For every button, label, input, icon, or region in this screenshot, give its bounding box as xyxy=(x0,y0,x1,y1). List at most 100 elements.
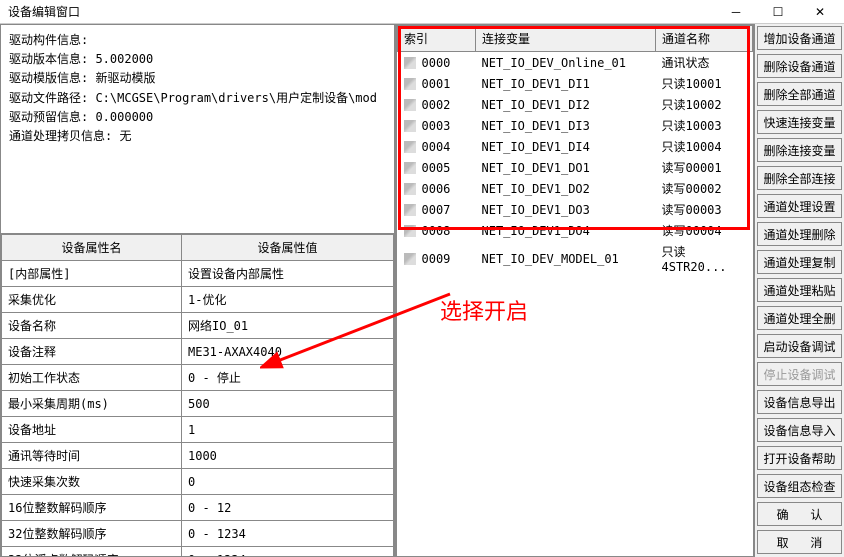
start-debug-button[interactable]: 启动设备调试 xyxy=(757,334,842,358)
channel-row-icon xyxy=(404,141,416,153)
channel-name: 只读10002 xyxy=(656,94,753,115)
property-table: 设备属性名 设备属性值 [内部属性]设置设备内部属性采集优化1-优化设备名称网络… xyxy=(1,234,394,557)
channel-name: 只读10004 xyxy=(656,136,753,157)
channel-name: 读写00002 xyxy=(656,178,753,199)
property-value[interactable]: 0 xyxy=(182,469,394,495)
property-name: 初始工作状态 xyxy=(2,365,182,391)
property-name: 通讯等待时间 xyxy=(2,443,182,469)
cancel-button[interactable]: 取 消 xyxy=(757,530,842,554)
channel-proc-set-button[interactable]: 通道处理设置 xyxy=(757,194,842,218)
quick-link-var-button[interactable]: 快速连接变量 xyxy=(757,110,842,134)
channel-var: NET_IO_DEV_MODEL_01 xyxy=(476,241,656,276)
del-all-channel-button[interactable]: 删除全部通道 xyxy=(757,82,842,106)
property-name: 32位整数解码顺序 xyxy=(2,521,182,547)
confirm-button[interactable]: 确 认 xyxy=(757,502,842,526)
channel-var: NET_IO_DEV1_DO2 xyxy=(476,178,656,199)
property-row[interactable]: 快速采集次数0 xyxy=(2,469,394,495)
channel-row[interactable]: 0008NET_IO_DEV1_DO4读写00004 xyxy=(398,220,753,241)
channel-var: NET_IO_DEV1_DI1 xyxy=(476,73,656,94)
import-info-button[interactable]: 设备信息导入 xyxy=(757,418,842,442)
channel-name: 只读10001 xyxy=(656,73,753,94)
channel-index: 0009 xyxy=(398,241,476,276)
property-value[interactable]: 设置设备内部属性 xyxy=(182,261,394,287)
maximize-button[interactable]: ☐ xyxy=(758,1,798,23)
channel-header-name[interactable]: 通道名称 xyxy=(656,26,753,52)
channel-index: 0001 xyxy=(398,73,476,94)
stop-debug-button[interactable]: 停止设备调试 xyxy=(757,362,842,386)
property-row[interactable]: 初始工作状态0 - 停止 xyxy=(2,365,394,391)
channel-row[interactable]: 0003NET_IO_DEV1_DI3只读10003 xyxy=(398,115,753,136)
property-value[interactable]: 0 - 1234 xyxy=(182,547,394,557)
del-all-link-button[interactable]: 删除全部连接 xyxy=(757,166,842,190)
channel-proc-copy-button[interactable]: 通道处理复制 xyxy=(757,250,842,274)
export-info-button[interactable]: 设备信息导出 xyxy=(757,390,842,414)
add-channel-button[interactable]: 增加设备通道 xyxy=(757,26,842,50)
channel-row[interactable]: 0004NET_IO_DEV1_DI4只读10004 xyxy=(398,136,753,157)
property-row[interactable]: 设备名称网络IO_01 xyxy=(2,313,394,339)
driver-info-text: 驱动构件信息: 驱动版本信息: 5.002000 驱动模版信息: 新驱动模版 驱… xyxy=(0,24,395,234)
property-name: 采集优化 xyxy=(2,287,182,313)
channel-var: NET_IO_DEV_Online_01 xyxy=(476,52,656,74)
channel-row-icon xyxy=(404,253,416,265)
property-value[interactable]: 0 - 12 xyxy=(182,495,394,521)
channel-proc-del-button[interactable]: 通道处理删除 xyxy=(757,222,842,246)
channel-row[interactable]: 0007NET_IO_DEV1_DO3读写00003 xyxy=(398,199,753,220)
channel-index: 0002 xyxy=(398,94,476,115)
property-row[interactable]: [内部属性]设置设备内部属性 xyxy=(2,261,394,287)
property-name: 32位浮点数解码顺序 xyxy=(2,547,182,557)
minimize-button[interactable]: ─ xyxy=(716,1,756,23)
property-value[interactable]: 0 - 1234 xyxy=(182,521,394,547)
channel-row-icon xyxy=(404,225,416,237)
right-button-pane: 增加设备通道 删除设备通道 删除全部通道 快速连接变量 删除连接变量 删除全部连… xyxy=(754,24,844,557)
property-name: 最小采集周期(ms) xyxy=(2,391,182,417)
window-title: 设备编辑窗口 xyxy=(4,3,80,20)
channel-row[interactable]: 0002NET_IO_DEV1_DI2只读10002 xyxy=(398,94,753,115)
channel-row[interactable]: 0006NET_IO_DEV1_DO2读写00002 xyxy=(398,178,753,199)
channel-row[interactable]: 0009NET_IO_DEV_MODEL_01只读4STR20... xyxy=(398,241,753,276)
channel-index: 0006 xyxy=(398,178,476,199)
channel-index: 0003 xyxy=(398,115,476,136)
channel-name: 读写00003 xyxy=(656,199,753,220)
property-value[interactable]: 500 xyxy=(182,391,394,417)
property-row[interactable]: 最小采集周期(ms)500 xyxy=(2,391,394,417)
config-check-button[interactable]: 设备组态检查 xyxy=(757,474,842,498)
property-name: 设备名称 xyxy=(2,313,182,339)
channel-row-icon xyxy=(404,162,416,174)
channel-index: 0008 xyxy=(398,220,476,241)
channel-index: 0004 xyxy=(398,136,476,157)
del-link-var-button[interactable]: 删除连接变量 xyxy=(757,138,842,162)
channel-name: 读写00004 xyxy=(656,220,753,241)
property-value[interactable]: ME31-AXAX4040 xyxy=(182,339,394,365)
property-row[interactable]: 32位浮点数解码顺序0 - 1234 xyxy=(2,547,394,557)
property-row[interactable]: 16位整数解码顺序0 - 12 xyxy=(2,495,394,521)
property-value[interactable]: 1 xyxy=(182,417,394,443)
channel-var: NET_IO_DEV1_DO1 xyxy=(476,157,656,178)
property-row[interactable]: 设备地址1 xyxy=(2,417,394,443)
open-help-button[interactable]: 打开设备帮助 xyxy=(757,446,842,470)
channel-row[interactable]: 0001NET_IO_DEV1_DI1只读10001 xyxy=(398,73,753,94)
channel-header-var[interactable]: 连接变量 xyxy=(476,26,656,52)
property-row[interactable]: 通讯等待时间1000 xyxy=(2,443,394,469)
channel-row[interactable]: 0005NET_IO_DEV1_DO1读写00001 xyxy=(398,157,753,178)
channel-var: NET_IO_DEV1_DO4 xyxy=(476,220,656,241)
channel-row-icon xyxy=(404,204,416,216)
channel-row-icon xyxy=(404,120,416,132)
channel-row-icon xyxy=(404,183,416,195)
property-row[interactable]: 采集优化1-优化 xyxy=(2,287,394,313)
property-row[interactable]: 32位整数解码顺序0 - 1234 xyxy=(2,521,394,547)
property-value[interactable]: 1-优化 xyxy=(182,287,394,313)
property-value[interactable]: 1000 xyxy=(182,443,394,469)
channel-proc-all-del-button[interactable]: 通道处理全删 xyxy=(757,306,842,330)
channel-row[interactable]: 0000NET_IO_DEV_Online_01通讯状态 xyxy=(398,52,753,74)
property-value[interactable]: 网络IO_01 xyxy=(182,313,394,339)
channel-proc-paste-button[interactable]: 通道处理粘贴 xyxy=(757,278,842,302)
channel-name: 通讯状态 xyxy=(656,52,753,74)
channel-name: 只读10003 xyxy=(656,115,753,136)
property-value[interactable]: 0 - 停止 xyxy=(182,365,394,391)
del-channel-button[interactable]: 删除设备通道 xyxy=(757,54,842,78)
close-button[interactable]: ✕ xyxy=(800,1,840,23)
prop-header-value: 设备属性值 xyxy=(182,235,394,261)
property-row[interactable]: 设备注释ME31-AXAX4040 xyxy=(2,339,394,365)
channel-row-icon xyxy=(404,57,416,69)
channel-header-index[interactable]: 索引 xyxy=(398,26,476,52)
